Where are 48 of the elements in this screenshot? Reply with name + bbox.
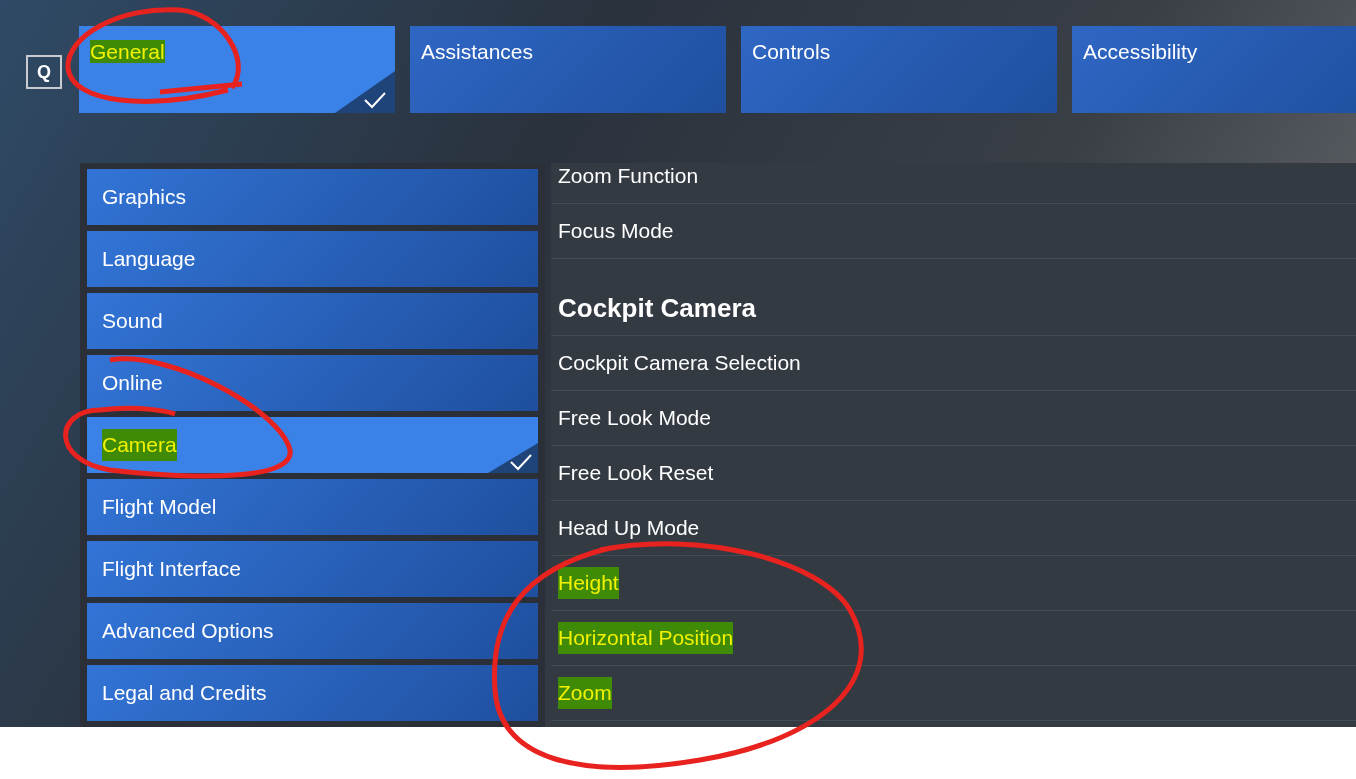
label-text: Height xyxy=(558,567,619,599)
label-text: Cockpit Camera xyxy=(558,291,756,325)
label-text: Free Look Reset xyxy=(558,460,714,487)
label-text: Sound xyxy=(102,308,163,335)
tab[interactable]: General xyxy=(79,26,395,113)
label-text: Language xyxy=(102,246,196,273)
label-text: Advanced Options xyxy=(102,618,274,645)
sidebar-item[interactable]: Legal and Credits xyxy=(87,665,538,721)
label-text: General xyxy=(90,40,165,63)
label-text: Zoom xyxy=(558,677,612,709)
label-text: Zoom Function xyxy=(558,163,699,190)
settings-row[interactable]: Head Up Mode xyxy=(551,501,1356,556)
label-text: Head Up Mode xyxy=(558,515,700,542)
check-icon xyxy=(363,91,387,109)
label-text: Cockpit Camera Selection xyxy=(558,350,801,377)
tab[interactable]: Assistances xyxy=(410,26,726,113)
label-text: Accessibility xyxy=(1083,40,1198,63)
label-text: Flight Model xyxy=(102,494,217,521)
settings-row[interactable]: Cockpit Camera Selection xyxy=(551,336,1356,391)
sidebar-item[interactable]: Flight Model xyxy=(87,479,538,535)
tab[interactable]: Controls xyxy=(741,26,1057,113)
sidebar-item[interactable]: Camera xyxy=(87,417,538,473)
label-text: Free Look Mode xyxy=(558,405,711,432)
sidebar-item[interactable]: Graphics xyxy=(87,169,538,225)
sidebar-item[interactable]: Online xyxy=(87,355,538,411)
settings-row[interactable]: Free Look Mode xyxy=(551,391,1356,446)
label-text: Graphics xyxy=(102,184,187,211)
settings-row[interactable]: Zoom xyxy=(551,666,1356,721)
sidebar-item[interactable]: Flight Interface xyxy=(87,541,538,597)
sidebar-item[interactable]: Advanced Options xyxy=(87,603,538,659)
settings-row[interactable]: Zoom Function xyxy=(551,163,1356,204)
label-text: Horizontal Position xyxy=(558,622,734,654)
label-text: Camera xyxy=(102,429,177,461)
label-text: Assistances xyxy=(421,40,534,63)
label-text: Online xyxy=(102,370,163,397)
label-text: Focus Mode xyxy=(558,218,674,245)
check-icon xyxy=(509,453,533,471)
settings-row[interactable]: Focus Mode xyxy=(551,204,1356,259)
sidebar-item[interactable]: Sound xyxy=(87,293,538,349)
label-text: Flight Interface xyxy=(102,556,241,583)
sidebar-item[interactable]: Language xyxy=(87,231,538,287)
search-key[interactable]: Q xyxy=(26,55,62,89)
tab[interactable]: Accessibility xyxy=(1072,26,1356,113)
settings-row[interactable]: Horizontal Position xyxy=(551,611,1356,666)
label-text: Controls xyxy=(752,40,831,63)
label-text: Legal and Credits xyxy=(102,680,267,707)
settings-row[interactable]: Height xyxy=(551,556,1356,611)
settings-row[interactable]: Free Look Reset xyxy=(551,446,1356,501)
